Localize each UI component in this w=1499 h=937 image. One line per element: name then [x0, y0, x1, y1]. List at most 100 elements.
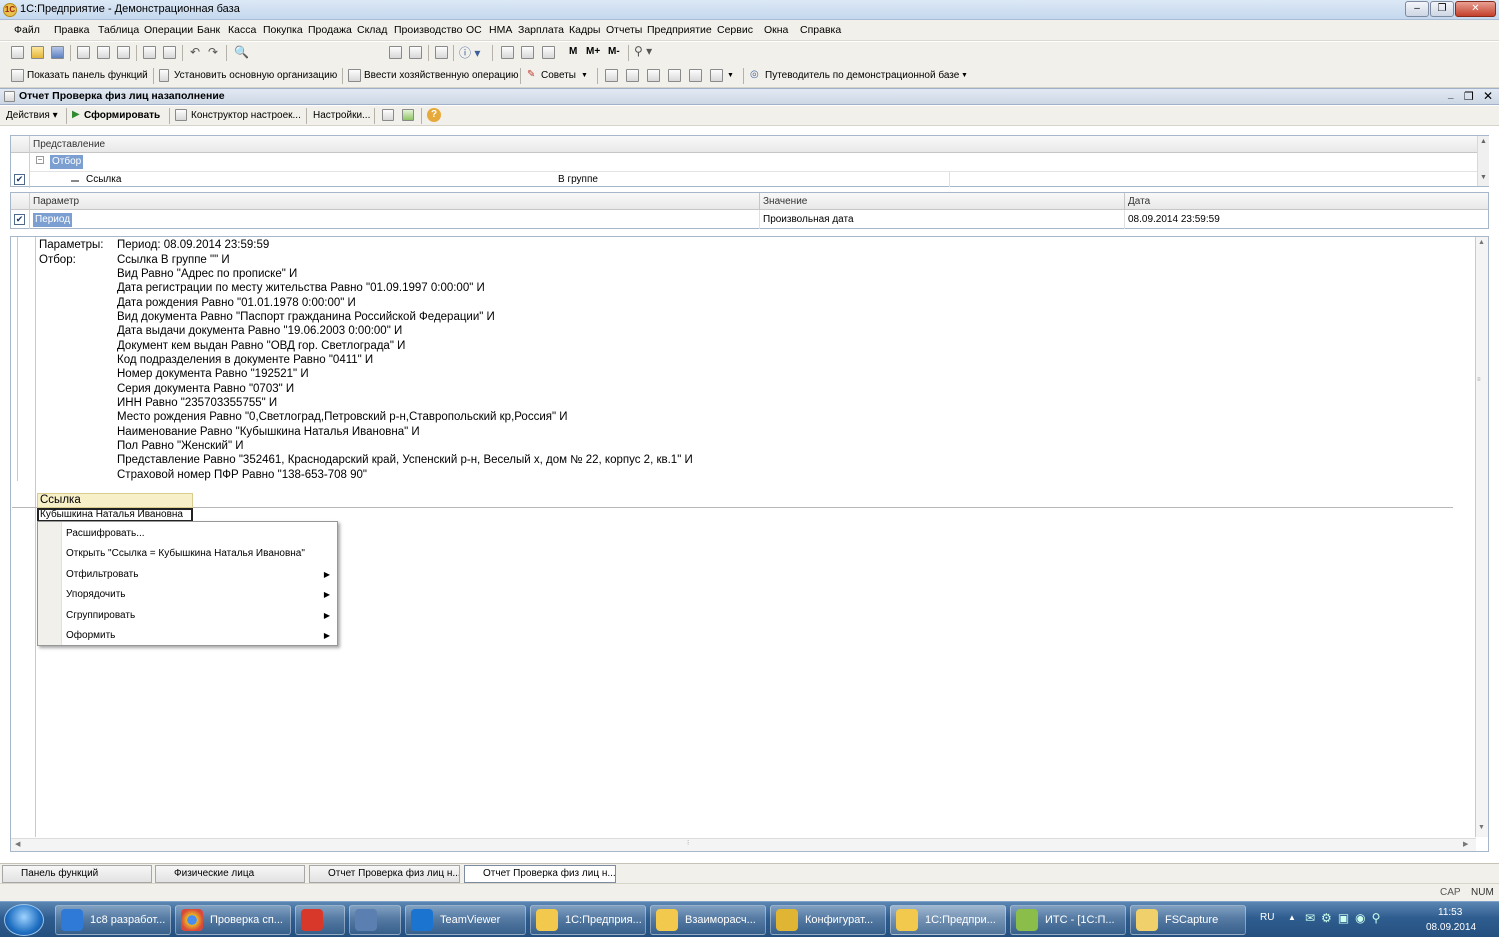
memory-m-button[interactable]: M [569, 46, 577, 57]
memory-plus-button[interactable]: M+ [586, 46, 600, 57]
tray-expand-icon[interactable]: ▲ [1288, 913, 1296, 922]
tab-report-2-active[interactable]: Отчет Проверка физ лиц н... [464, 865, 616, 883]
calculator-icon[interactable] [501, 46, 514, 59]
parameter-value[interactable]: Произвольная дата [763, 214, 854, 225]
report-icon-4[interactable] [668, 69, 681, 82]
cut-icon[interactable] [77, 46, 90, 59]
context-item-sort[interactable]: Упорядочить [66, 589, 126, 600]
copy-icon[interactable] [97, 46, 110, 59]
menu-operations[interactable]: Операции [144, 24, 193, 36]
minimize-button[interactable]: – [1405, 1, 1429, 17]
save-icon[interactable] [51, 46, 64, 59]
report-icon-2[interactable] [626, 69, 639, 82]
menu-purchase[interactable]: Покупка [263, 24, 303, 36]
filter-group-label[interactable]: Отбор [50, 155, 84, 169]
context-item-filter[interactable]: Отфильтровать [66, 569, 138, 580]
scroll-right-icon[interactable]: ▶ [1463, 840, 1468, 848]
report-icon-6[interactable] [710, 69, 723, 82]
column-header-presentation[interactable]: Представление [33, 139, 105, 150]
chevron-down-icon[interactable]: ▼ [961, 72, 968, 79]
menu-table[interactable]: Таблица [98, 24, 139, 36]
new-document-icon[interactable] [11, 46, 24, 59]
taskbar-item-audio[interactable] [349, 905, 401, 935]
filter-grid-scrollbar[interactable]: ▲ ▼ [1477, 136, 1489, 186]
parameter-row-checkbox[interactable]: ✔ [14, 214, 25, 225]
menu-file[interactable]: Файл [14, 24, 40, 36]
menu-windows[interactable]: Окна [764, 24, 788, 36]
parameters-grid[interactable]: Параметр Значение Дата ✔ Период Произвол… [10, 192, 1489, 229]
settings-constructor-button[interactable]: Конструктор настроек... [191, 110, 301, 121]
report-column-header[interactable]: Ссылка [37, 493, 193, 508]
memory-minus-button[interactable]: M- [608, 46, 620, 57]
taskbar-item-1c-active[interactable]: 1С:Предпри... [890, 905, 1006, 935]
taskbar-item-yandex[interactable] [295, 905, 345, 935]
scroll-thumb[interactable]: ⁝ [687, 839, 689, 847]
menu-service[interactable]: Сервис [717, 24, 753, 36]
menu-production[interactable]: Производство [394, 24, 462, 36]
filter-condition[interactable]: В группе [558, 174, 598, 185]
report-icon-5[interactable] [689, 69, 702, 82]
menu-enterprise[interactable]: Предприятие [647, 24, 712, 36]
taskbar-item-chrome[interactable]: Проверка сп... [175, 905, 291, 935]
context-item-format[interactable]: Оформить [66, 630, 115, 641]
doc-restore-button[interactable]: ❐ [1464, 90, 1474, 103]
filter-row-checkbox[interactable]: ✔ [14, 174, 25, 185]
show-function-panel-button[interactable]: Показать панель функций [27, 70, 148, 81]
menu-nma[interactable]: НМА [489, 24, 512, 36]
search-icon[interactable]: 🔍 [234, 45, 249, 59]
context-item-decode[interactable]: Расшифровать... [66, 528, 145, 539]
enter-operation-button[interactable]: Ввести хозяйственную операцию [364, 70, 518, 81]
scroll-left-icon[interactable]: ◀ [15, 840, 20, 848]
taskbar-item-ie[interactable]: 1с8 разработ... [55, 905, 171, 935]
tips-button[interactable]: Советы [541, 70, 576, 81]
generate-button[interactable]: Сформировать [84, 110, 160, 121]
doc-minimize-button[interactable]: _ [1448, 89, 1454, 100]
menu-edit[interactable]: Правка [54, 24, 89, 36]
redo-icon[interactable]: ↷ [208, 45, 218, 59]
tray-icons[interactable]: ✉⚙▣◉⚲ [1305, 911, 1386, 925]
chevron-down-icon[interactable]: ▼ [581, 72, 588, 79]
column-header-value[interactable]: Значение [763, 196, 807, 207]
taskbar-item-fscapture[interactable]: FSCapture [1130, 905, 1246, 935]
scroll-thumb[interactable]: ≡ [1477, 377, 1481, 383]
set-main-organization-button[interactable]: Установить основную организацию [174, 70, 337, 81]
filter-field-name[interactable]: Ссылка [86, 174, 121, 185]
menu-sale[interactable]: Продажа [308, 24, 352, 36]
doc-close-button[interactable]: ✕ [1483, 89, 1493, 103]
report-icon-1[interactable] [605, 69, 618, 82]
find-prev-icon[interactable] [409, 46, 422, 59]
menu-staff[interactable]: Кадры [569, 24, 600, 36]
taskbar-item-configurator[interactable]: Конфигурат... [770, 905, 886, 935]
language-indicator[interactable]: RU [1260, 912, 1274, 923]
taskbar-item-teamviewer[interactable]: TeamViewer [405, 905, 526, 935]
scroll-up-icon[interactable]: ▲ [1478, 239, 1485, 246]
undo-icon[interactable]: ↶ [190, 45, 200, 59]
scroll-up-icon[interactable]: ▲ [1480, 138, 1487, 145]
tools-icon[interactable]: ⚲ ▾ [634, 44, 652, 58]
actions-menu-button[interactable]: Действия ▾ [6, 110, 58, 121]
menu-warehouse[interactable]: Склад [357, 24, 387, 36]
chevron-down-icon[interactable]: ▼ [727, 72, 734, 79]
report-vertical-scrollbar[interactable]: ▲ ≡ ▼ [1476, 237, 1488, 837]
save-settings-icon[interactable] [382, 109, 394, 121]
menu-help[interactable]: Справка [800, 24, 841, 36]
menu-os[interactable]: ОС [466, 24, 482, 36]
start-button[interactable] [4, 904, 44, 936]
collapse-icon[interactable]: − [36, 156, 44, 164]
window-titlebar[interactable]: 1С 1С:Предприятие - Демонстрационная баз… [0, 0, 1499, 20]
print-preview-icon[interactable] [163, 46, 176, 59]
menu-reports[interactable]: Отчеты [606, 24, 642, 36]
paste-icon[interactable] [117, 46, 130, 59]
restore-settings-icon[interactable] [402, 109, 414, 121]
print-icon[interactable] [143, 46, 156, 59]
settings-button[interactable]: Настройки... [313, 110, 370, 121]
taskbar-item-its[interactable]: ИТС - [1С:П... [1010, 905, 1126, 935]
report-horizontal-scrollbar[interactable]: ◀ ⁝ ▶ [11, 838, 1476, 851]
scroll-down-icon[interactable]: ▼ [1478, 824, 1485, 831]
demo-guide-button[interactable]: Путеводитель по демонстрационной базе [765, 70, 959, 81]
parameter-date[interactable]: 08.09.2014 23:59:59 [1128, 214, 1220, 225]
filter-grid[interactable]: Представление − Отбор ✔ Ссылка В группе … [10, 135, 1489, 188]
clock-date[interactable]: 08.09.2014 [1426, 922, 1476, 933]
clock-time[interactable]: 11:53 [1438, 907, 1462, 918]
open-folder-icon[interactable] [31, 46, 44, 59]
